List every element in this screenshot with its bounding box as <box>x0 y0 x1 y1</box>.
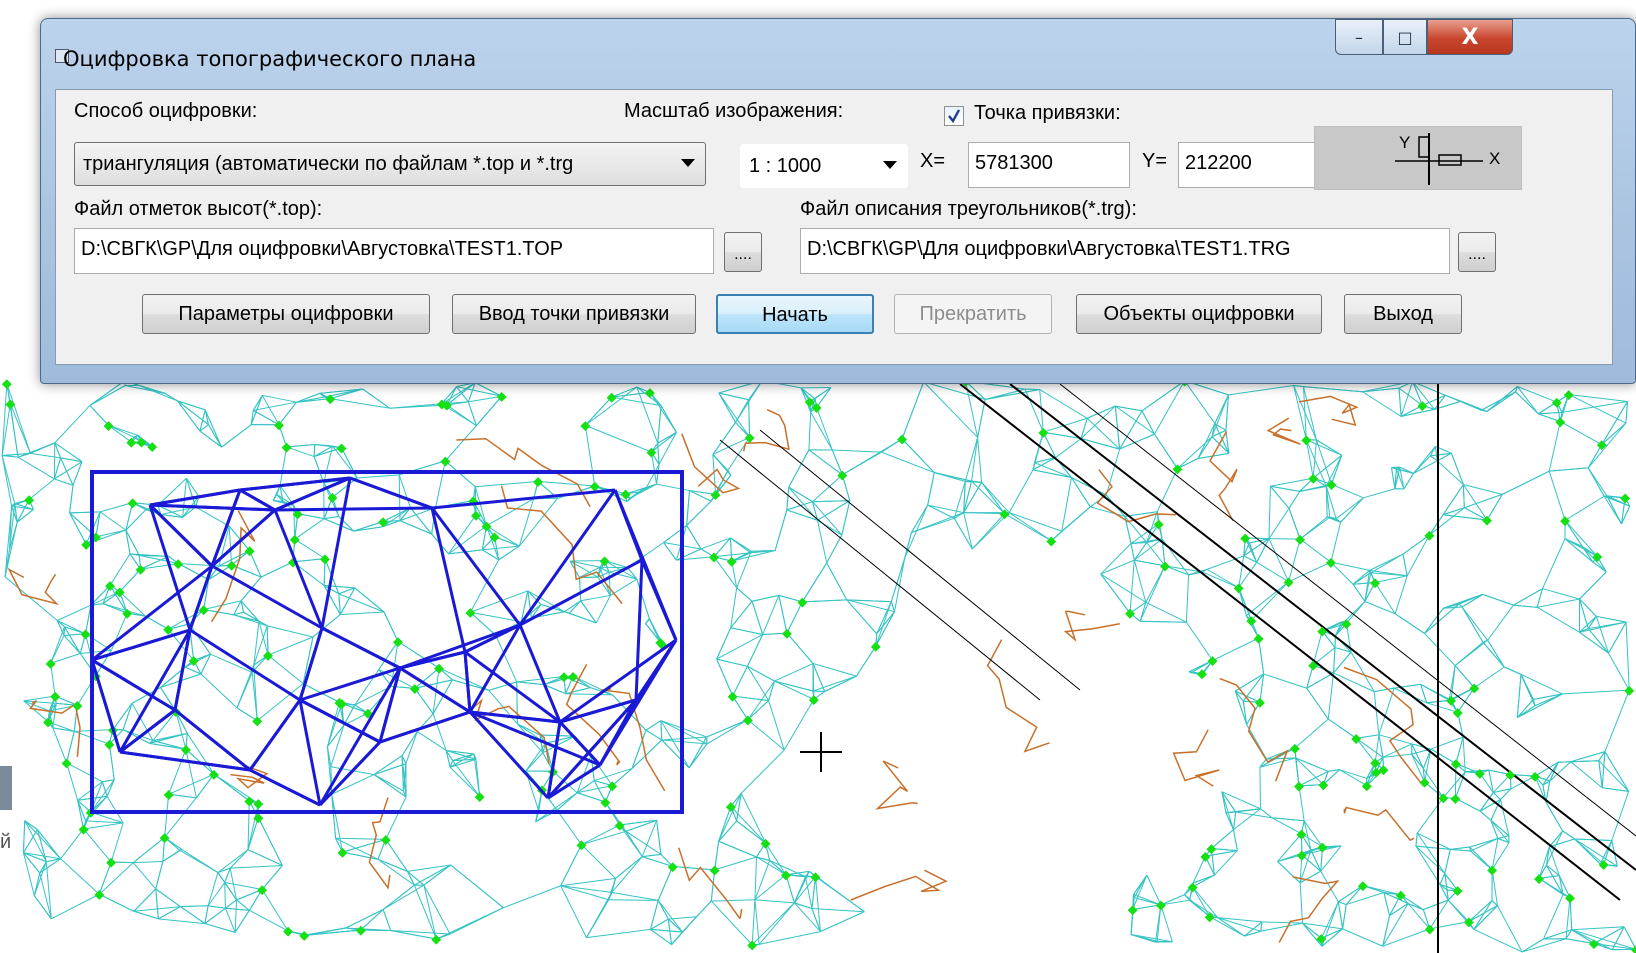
dialog-body: Способ оцифровки: триангуляция (автомати… <box>55 89 1613 365</box>
digitize-dialog[interactable]: Оцифровка топографического плана – □ X С… <box>40 18 1636 384</box>
digitize-params-button[interactable]: Параметры оцифровки <box>142 294 430 334</box>
minimize-icon: – <box>1355 27 1363 47</box>
top-file-field[interactable]: D:\СВГК\GP\Для оцифровки\Августовка\TEST… <box>74 228 714 274</box>
chevron-down-icon <box>883 161 897 169</box>
trg-file-label: Файл описания треугольников(*.trg): <box>800 198 1137 220</box>
method-label: Способ оцифровки: <box>74 100 258 122</box>
title-bar[interactable]: Оцифровка топографического плана – □ X <box>41 19 1635 89</box>
method-select[interactable]: триангуляция (автоматически по файлам *.… <box>74 142 706 186</box>
x-coordinate-label: X= <box>920 150 946 172</box>
start-button[interactable]: Начать <box>716 294 874 334</box>
browse-top-file-button[interactable]: .... <box>724 232 762 272</box>
browse-trg-file-button[interactable]: .... <box>1458 232 1496 272</box>
close-icon: X <box>1461 24 1479 50</box>
digitize-objects-button[interactable]: Объекты оцифровки <box>1076 294 1322 334</box>
scale-select[interactable]: 1 : 1000 <box>740 144 908 188</box>
anchor-input-button[interactable]: Ввод точки привязки <box>452 294 696 334</box>
checkmark-icon <box>948 109 960 123</box>
scale-select-value: 1 : 1000 <box>749 155 822 177</box>
anchor-axis-y-label: Y <box>1399 133 1411 152</box>
stop-button[interactable]: Прекратить <box>894 294 1052 334</box>
chevron-down-icon <box>681 159 695 167</box>
maximize-icon: □ <box>1397 27 1413 47</box>
minimize-button[interactable]: – <box>1335 19 1383 55</box>
sidebar-fragment-text: й <box>0 831 11 853</box>
close-button[interactable]: X <box>1427 19 1513 55</box>
anchor-point-picker-button[interactable]: Y X <box>1314 126 1522 190</box>
exit-button[interactable]: Выход <box>1344 294 1462 334</box>
trg-file-field[interactable]: D:\СВГК\GP\Для оцифровки\Августовка\TEST… <box>800 228 1450 274</box>
window-title: Оцифровка топографического плана <box>63 47 477 71</box>
maximize-button[interactable]: □ <box>1383 19 1427 55</box>
y-coordinate-label: Y= <box>1142 150 1168 172</box>
anchor-checkbox-label: Точка привязки: <box>974 102 1121 124</box>
scale-label: Масштаб изображения: <box>624 100 844 122</box>
method-select-value: триангуляция (автоматически по файлам *.… <box>83 153 574 175</box>
anchor-axis-x-label: X <box>1489 149 1501 168</box>
anchor-checkbox[interactable] <box>944 106 964 126</box>
top-file-label: Файл отметок высот(*.top): <box>74 198 323 220</box>
sidebar-fragment-block <box>0 766 12 810</box>
x-coordinate-field[interactable]: 5781300 <box>968 142 1130 188</box>
y-coordinate-field[interactable]: 212200 <box>1178 142 1330 188</box>
